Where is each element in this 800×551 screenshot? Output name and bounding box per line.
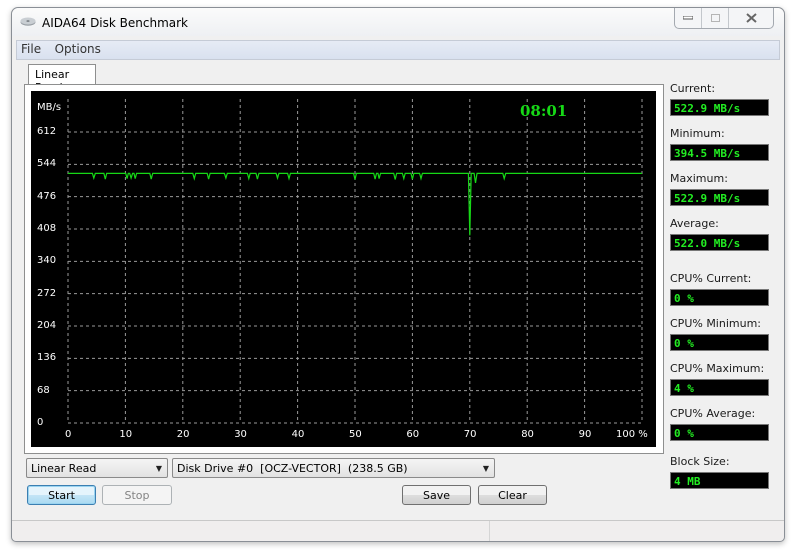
save-button[interactable]: Save <box>402 485 471 505</box>
label-cpupct-minimum: CPU% Minimum: <box>670 317 761 330</box>
x-tick-label: 10 <box>119 429 133 440</box>
clear-button[interactable]: Clear <box>478 485 547 505</box>
y-axis-label: MB/s <box>37 102 62 113</box>
minimize-icon <box>683 16 693 20</box>
maximize-icon <box>710 14 720 22</box>
test-type-select[interactable]: Linear Read ▼ <box>26 458 168 478</box>
dropdown-arrow-icon: ▼ <box>482 464 489 473</box>
value-maximum: 522.9 MB/s <box>670 189 769 206</box>
close-button[interactable] <box>728 8 773 28</box>
start-button[interactable]: Start <box>27 485 96 505</box>
tab-panel: MB/s 08:01 0 68 136 204 272 340 408 476 544 612 0… <box>24 84 664 454</box>
tab-linear-read[interactable]: Linear Read <box>28 64 96 94</box>
x-tick-label: 40 <box>291 429 305 440</box>
dropdown-arrow-icon: ▼ <box>155 464 162 473</box>
value-cpupct-current: 0 % <box>670 289 769 306</box>
menu-bar: File Options <box>16 40 780 60</box>
disk-app-icon <box>20 17 36 26</box>
benchmark-window: AIDA64 Disk Benchmark File Options Linea… <box>11 7 785 542</box>
benchmark-chart: MB/s 08:01 0 68 136 204 272 340 408 476 544 612 0… <box>31 91 656 447</box>
test-type-value: Linear Read <box>31 462 97 475</box>
chart-plot <box>67 99 643 424</box>
x-tick-label: 0 <box>65 429 72 440</box>
label-average: Average: <box>670 217 719 230</box>
elapsed-timer: 08:01 <box>520 102 568 120</box>
x-tick-label: 70 <box>463 429 477 440</box>
y-tick-label: 68 <box>37 384 50 396</box>
value-cpupct-minimum: 0 % <box>670 334 769 351</box>
y-tick-label: 0 <box>37 417 44 428</box>
value-current: 522.9 MB/s <box>670 99 769 116</box>
close-icon <box>745 13 757 23</box>
y-tick-label: 612 <box>37 126 57 137</box>
x-tick-label: 60 <box>406 429 420 440</box>
drive-value: Disk Drive #0 [OCZ-VECTOR] (238.5 GB) <box>177 462 408 475</box>
drive-select[interactable]: Disk Drive #0 [OCZ-VECTOR] (238.5 GB) ▼ <box>172 458 495 478</box>
y-tick-label: 204 <box>37 320 57 331</box>
value-cpupct-average: 0 % <box>670 424 769 441</box>
value-block-size: 4 MB <box>670 472 769 489</box>
y-tick-label: 272 <box>37 287 57 299</box>
status-bar <box>12 520 784 541</box>
x-tick-label: 80 <box>521 429 534 440</box>
label-current: Current: <box>670 82 716 95</box>
minimize-button[interactable] <box>675 8 701 28</box>
menu-file[interactable]: File <box>17 41 47 56</box>
window-title: AIDA64 Disk Benchmark <box>42 16 189 30</box>
status-divider <box>489 521 490 541</box>
y-tick-label: 408 <box>37 223 57 234</box>
y-tick-label: 340 <box>37 255 57 267</box>
x-tick-label: 50 <box>349 429 362 440</box>
value-minimum: 394.5 MB/s <box>670 144 769 161</box>
label-cpupct-current: CPU% Current: <box>670 272 752 285</box>
x-tick-label: 90 <box>578 429 592 440</box>
label-block-size: Block Size: <box>670 455 730 468</box>
stop-button[interactable]: Stop <box>102 485 172 505</box>
title-bar: AIDA64 Disk Benchmark <box>12 8 784 36</box>
label-cpupct-average: CPU% Average: <box>670 407 756 420</box>
menu-options[interactable]: Options <box>51 41 107 56</box>
x-tick-label: 30 <box>234 429 247 440</box>
y-tick-label: 476 <box>37 190 57 202</box>
label-cpupct-maximum: CPU% Maximum: <box>670 362 765 375</box>
y-tick-label: 136 <box>37 352 57 364</box>
window-controls <box>674 8 774 29</box>
label-minimum: Minimum: <box>670 127 725 140</box>
label-maximum: Maximum: <box>670 172 728 185</box>
value-average: 522.0 MB/s <box>670 234 769 251</box>
maximize-button[interactable] <box>701 8 728 28</box>
x-tick-label: 100 % <box>616 429 648 440</box>
x-tick-label: 20 <box>176 429 190 440</box>
y-tick-label: 544 <box>37 158 57 170</box>
value-cpupct-maximum: 4 % <box>670 379 769 396</box>
